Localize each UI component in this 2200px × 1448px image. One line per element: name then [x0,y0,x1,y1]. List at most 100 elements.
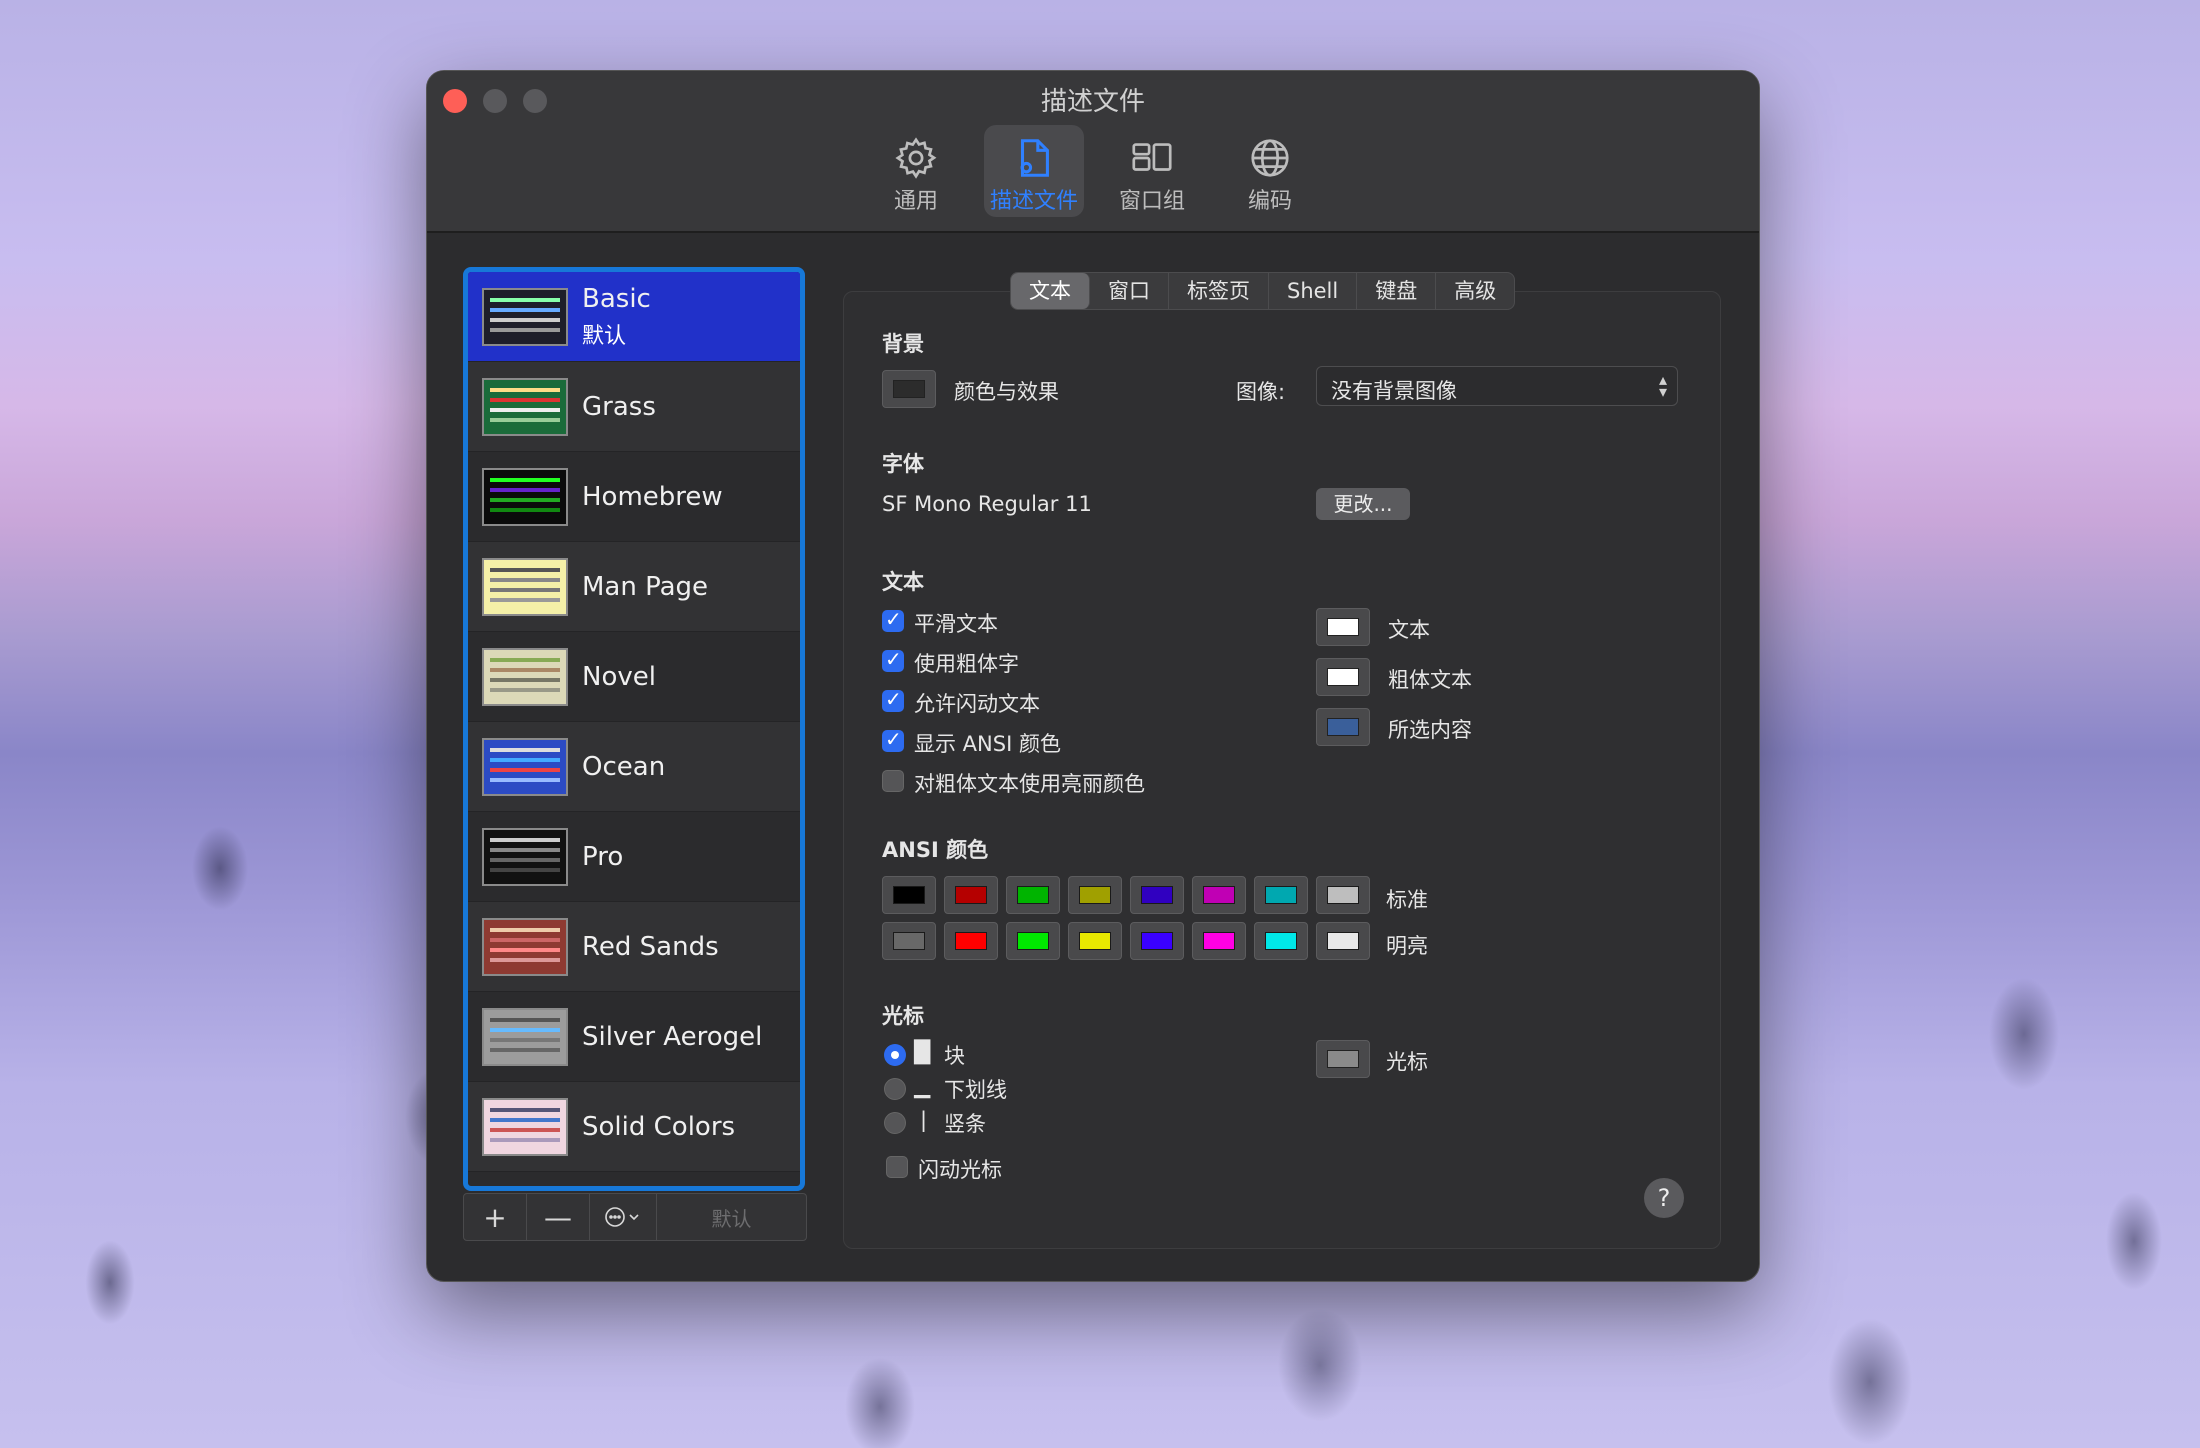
ansi-standard-label: 标准 [1386,888,1428,912]
text-color-button[interactable] [1316,608,1370,646]
ansi-standard-green[interactable] [1006,876,1060,914]
profile-ocean[interactable]: Ocean [468,722,800,812]
background-color-effects-button[interactable] [882,370,936,408]
text-color-label: 文本 [1388,618,1430,642]
cursor-heading: 光标 [882,1004,924,1028]
toolbar-general[interactable]: 通用 [866,125,966,217]
toolbar-general-label: 通用 [893,189,938,214]
add-profile-button[interactable]: + [464,1194,527,1240]
ansi-bright-yellow[interactable] [1068,922,1122,960]
cursor-block-label: 块 [944,1044,965,1068]
toolbar-encodings[interactable]: 编码 [1220,125,1320,217]
more-actions-button[interactable] [590,1194,657,1240]
blinking-text-checkbox[interactable] [882,687,904,712]
profile-red-sands[interactable]: Red Sands [468,902,800,992]
globe-icon [1251,139,1289,177]
profile-solid-colors[interactable]: Solid Colors [468,1082,800,1172]
ansi-bright-blue[interactable] [1130,922,1184,960]
cursor-underline-radio[interactable] [884,1078,906,1100]
chevron-updown-icon: ▴ ▾ [1658,370,1667,401]
profile-thumbnail [482,467,568,526]
ansi-standard-blue[interactable] [1130,876,1184,914]
bold-text-color-label: 粗体文本 [1388,668,1472,692]
blink-cursor-checkbox[interactable] [886,1156,908,1178]
color-effects-label: 颜色与效果 [954,380,1059,404]
profile-basic[interactable]: Basic 默认 [468,272,800,362]
preferences-toolbar: 通用 描述文件 窗口组 编码 [427,125,1759,217]
ansi-standard-black[interactable] [882,876,936,914]
profile-name: Man Page [582,571,709,602]
ansi-bright-cyan[interactable] [1254,922,1308,960]
set-default-button[interactable]: 默认 [657,1194,806,1240]
profile-thumbnail [482,557,568,616]
profile-default-badge: 默认 [582,323,627,349]
profile-thumbnail [482,917,568,976]
cursor-bar-glyph: | [920,1108,928,1132]
tab-shell[interactable]: Shell [1269,273,1358,309]
ansi-bright-magenta[interactable] [1192,922,1246,960]
profiles-action-bar: + — 默认 [463,1193,807,1241]
profile-grass[interactable]: Grass [468,362,800,452]
cursor-block-glyph: █ [914,1040,931,1064]
tab-text[interactable]: 文本 [1011,273,1090,309]
ansi-colors-checkbox[interactable] [882,727,904,752]
gear-icon [895,137,937,179]
selection-color-label: 所选内容 [1388,718,1472,742]
profile-name: Homebrew [582,481,723,512]
titlebar: 描述文件 通用 描述文件 窗口组 编码 [427,71,1759,233]
background-image-value: 没有背景图像 [1331,379,1457,403]
profiles-list[interactable]: Basic 默认 Grass Homebrew Man Page Novel O… [463,267,805,1191]
tab-keyboard[interactable]: 键盘 [1357,273,1437,309]
cursor-color-label: 光标 [1386,1050,1428,1074]
ansi-bright-black[interactable] [882,922,936,960]
font-value: SF Mono Regular 11 [882,492,1092,516]
ansi-standard-yellow[interactable] [1068,876,1122,914]
tab-tabs[interactable]: 标签页 [1169,273,1269,309]
bold-fonts-label: 使用粗体字 [914,652,1019,676]
cursor-color-button[interactable] [1316,1040,1370,1078]
tab-advanced[interactable]: 高级 [1436,273,1514,309]
background-image-select[interactable]: 没有背景图像 ▴ ▾ [1316,366,1678,406]
cursor-block-radio[interactable] [884,1044,906,1066]
profile-homebrew[interactable]: Homebrew [468,452,800,542]
image-label: 图像: [1236,380,1286,404]
profile-man-page[interactable]: Man Page [468,542,800,632]
cursor-bar-radio[interactable] [884,1112,906,1134]
smooth-text-checkbox[interactable] [882,607,904,632]
selection-color-button[interactable] [1316,708,1370,746]
toolbar-window-groups-label: 窗口组 [1118,189,1185,214]
profile-silver-aerogel[interactable]: Silver Aerogel [468,992,800,1082]
remove-profile-button[interactable]: — [527,1194,590,1240]
profile-novel[interactable]: Novel [468,632,800,722]
change-font-button[interactable]: 更改... [1316,488,1410,520]
profile-thumbnail [482,647,568,706]
help-button[interactable]: ? [1644,1178,1684,1218]
ansi-standard-red[interactable] [944,876,998,914]
profile-name: Basic [582,283,651,314]
background-heading: 背景 [882,332,924,356]
blinking-text-label: 允许闪动文本 [914,692,1040,716]
ansi-heading: ANSI 颜色 [882,838,989,862]
ansi-bright-row [882,922,1370,960]
toolbar-profiles-label: 描述文件 [989,189,1078,214]
bright-bold-label: 对粗体文本使用亮丽颜色 [914,772,1145,796]
toolbar-profiles[interactable]: 描述文件 [984,125,1084,217]
tab-window[interactable]: 窗口 [1090,273,1169,309]
bold-text-color-button[interactable] [1316,658,1370,696]
ansi-bright-green[interactable] [1006,922,1060,960]
ansi-standard-white[interactable] [1316,876,1370,914]
profile-thumbnail [482,377,568,436]
bold-fonts-checkbox[interactable] [882,647,904,672]
toolbar-window-groups[interactable]: 窗口组 [1102,125,1202,217]
profile-pro[interactable]: Pro [468,812,800,902]
ansi-standard-magenta[interactable] [1192,876,1246,914]
preferences-window: 描述文件 通用 描述文件 窗口组 编码 Basic 默认 Grass Homeb… [426,70,1760,1282]
profile-name: Novel [582,661,656,692]
window-group-icon [1132,143,1172,171]
profile-doc-icon [1020,139,1049,177]
profile-thumbnail [482,827,568,886]
ansi-standard-cyan[interactable] [1254,876,1308,914]
bright-bold-checkbox[interactable] [882,770,904,792]
ansi-bright-red[interactable] [944,922,998,960]
ansi-bright-white[interactable] [1316,922,1370,960]
